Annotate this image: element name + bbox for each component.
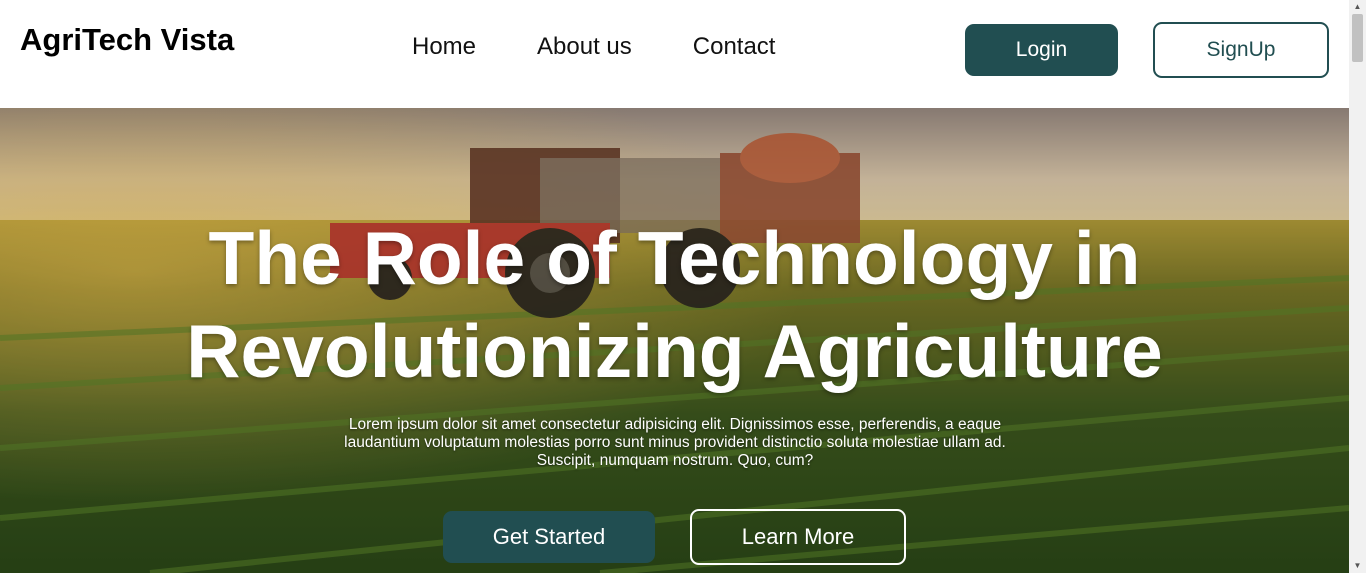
- navbar: AgriTech Vista Home About us Contact Log…: [0, 0, 1349, 108]
- signup-button[interactable]: SignUp: [1153, 22, 1329, 78]
- hero-description: Lorem ipsum dolor sit amet consectetur a…: [344, 416, 1006, 469]
- hero-title: The Role of Technology in Revolutionizin…: [0, 212, 1349, 398]
- learn-more-button[interactable]: Learn More: [690, 509, 906, 565]
- nav-link-about[interactable]: About us: [537, 33, 632, 61]
- login-button[interactable]: Login: [965, 24, 1118, 76]
- hero-title-line1: The Role of Technology in: [208, 216, 1141, 300]
- hero-title-line2: Revolutionizing Agriculture: [186, 309, 1163, 393]
- scrollbar-thumb[interactable]: [1352, 14, 1363, 62]
- hero-section: The Role of Technology in Revolutionizin…: [0, 108, 1349, 573]
- arrow-up-icon[interactable]: ▲: [1349, 0, 1366, 14]
- get-started-button[interactable]: Get Started: [443, 511, 655, 563]
- nav-link-home[interactable]: Home: [412, 33, 476, 61]
- nav-links: Home About us Contact: [412, 33, 775, 61]
- nav-link-contact[interactable]: Contact: [693, 33, 776, 61]
- brand-logo[interactable]: AgriTech Vista: [20, 22, 234, 58]
- vertical-scrollbar[interactable]: ▲ ▼: [1349, 0, 1366, 573]
- arrow-down-icon[interactable]: ▼: [1349, 559, 1366, 573]
